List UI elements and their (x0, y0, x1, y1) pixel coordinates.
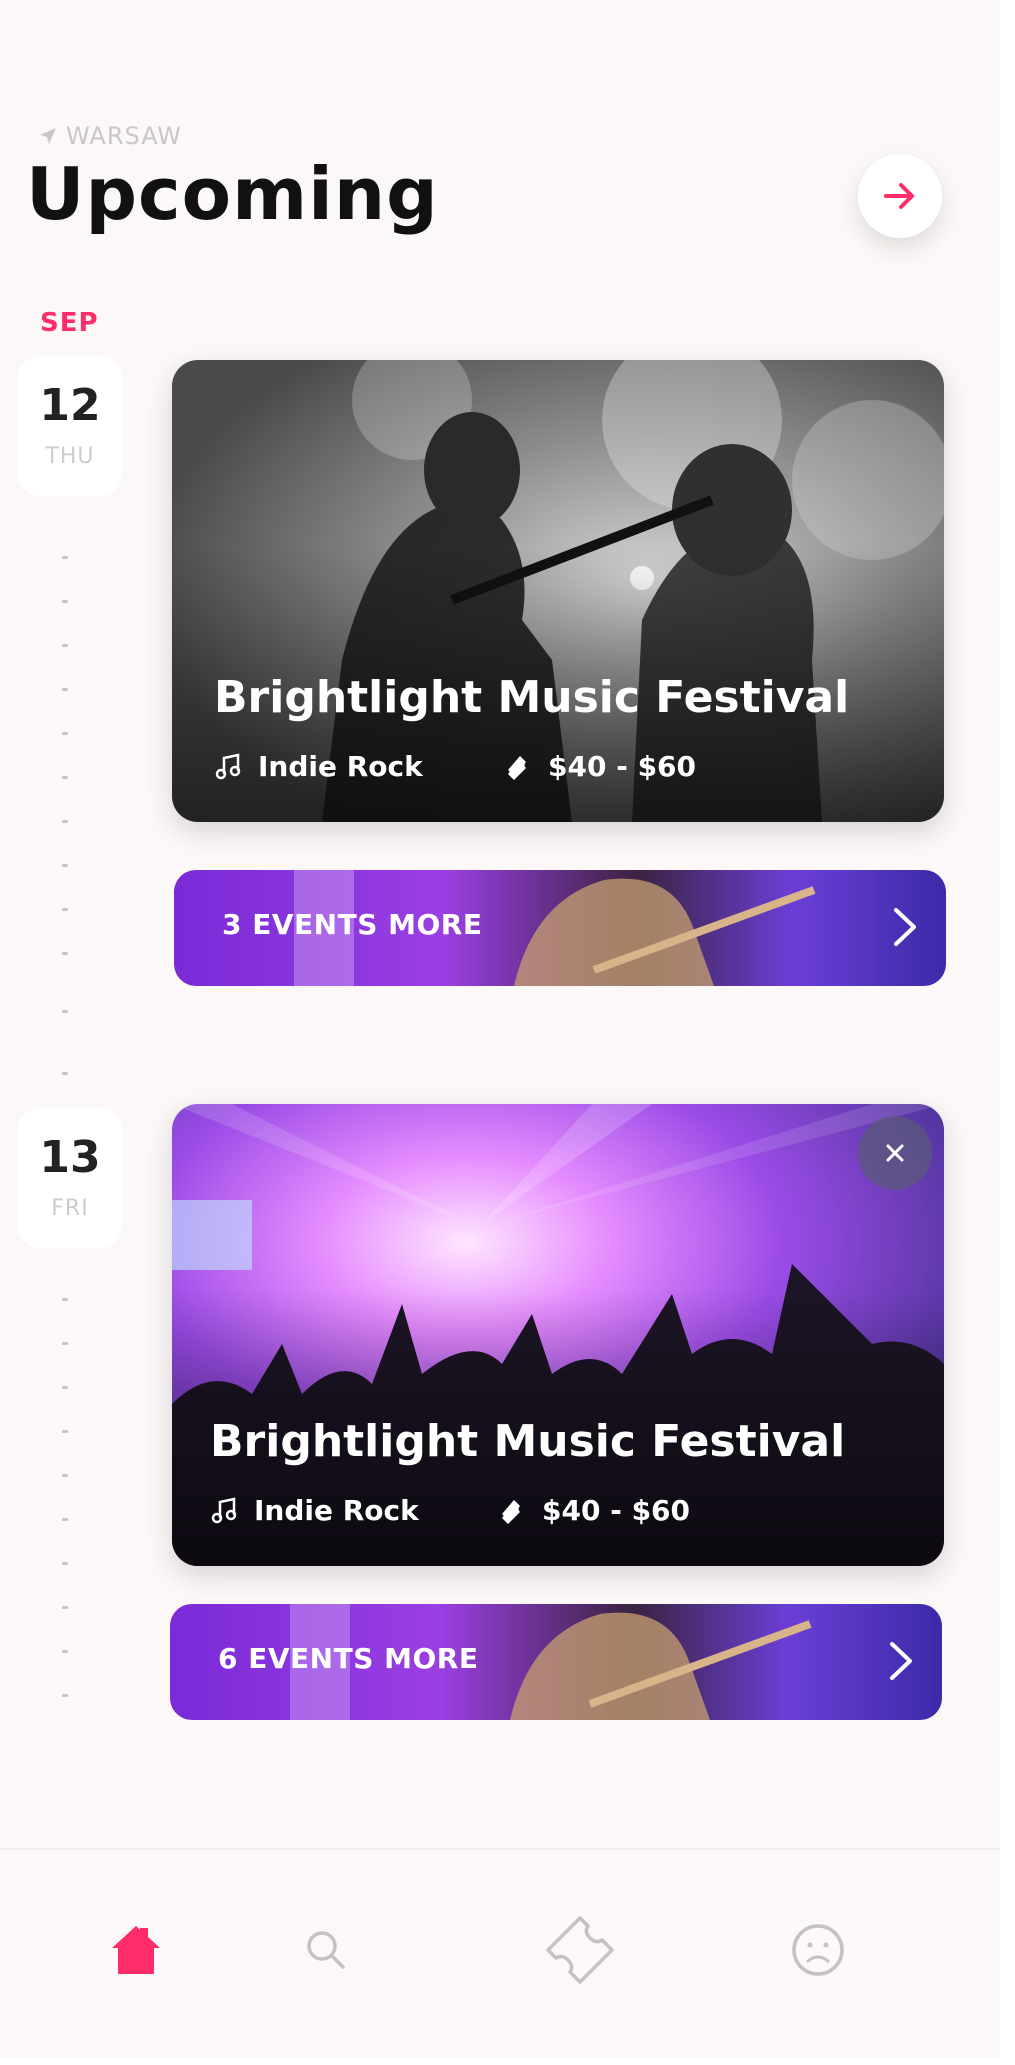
event-card[interactable]: Brightlight Music Festival Indie Rock $4… (172, 1104, 944, 1566)
chevron-right-icon (890, 1642, 912, 1680)
day-name: THU (45, 443, 95, 469)
nav-home[interactable] (96, 1910, 176, 1990)
close-button[interactable] (858, 1116, 932, 1190)
day-number: 13 (39, 1131, 101, 1183)
chevron-right-icon (894, 908, 916, 946)
event-title: Brightlight Music Festival (210, 1416, 846, 1467)
ticket-icon (546, 1916, 614, 1984)
day-name: FRI (51, 1195, 89, 1221)
ticket-icon (502, 1499, 520, 1524)
location-label[interactable]: WARSAW (38, 122, 182, 150)
event-price: $40 - $60 (504, 750, 696, 783)
profile-icon (792, 1924, 844, 1976)
nav-tickets[interactable] (540, 1910, 620, 1990)
more-events-label: 3 EVENTS MORE (222, 908, 483, 941)
more-events-banner[interactable]: 3 EVENTS MORE (174, 870, 946, 986)
more-events-banner[interactable]: 6 EVENTS MORE (170, 1604, 942, 1720)
event-genre: Indie Rock (214, 750, 423, 783)
close-icon (886, 1144, 904, 1162)
nav-search[interactable] (286, 1910, 366, 1990)
search-icon (307, 1931, 345, 1969)
home-icon (112, 1926, 160, 1974)
price-text: $40 - $60 (542, 1494, 691, 1527)
arrow-right-icon (884, 183, 914, 209)
day-chip-13[interactable]: 13 FRI (18, 1108, 122, 1248)
bottom-nav (0, 1848, 1000, 2058)
event-price: $40 - $60 (498, 1494, 690, 1527)
event-card[interactable]: Brightlight Music Festival Indie Rock $4… (172, 360, 944, 822)
page-title: Upcoming (26, 152, 439, 236)
more-events-label: 6 EVENTS MORE (218, 1642, 479, 1675)
event-genre: Indie Rock (210, 1494, 419, 1527)
event-title: Brightlight Music Festival (214, 672, 850, 723)
day-number: 12 (39, 379, 101, 431)
forward-button[interactable] (858, 154, 942, 238)
music-note-icon (215, 752, 241, 779)
month-label: SEP (40, 308, 99, 338)
ticket-icon (508, 755, 526, 780)
genre-text: Indie Rock (258, 750, 423, 783)
music-note-icon (211, 1496, 237, 1523)
app-screen: WARSAW Upcoming SEP 12 THU Brightlight M… (0, 0, 1000, 2058)
nav-profile[interactable] (778, 1910, 858, 1990)
location-arrow-icon (40, 128, 56, 144)
genre-text: Indie Rock (254, 1494, 419, 1527)
price-text: $40 - $60 (548, 750, 697, 783)
day-chip-12[interactable]: 12 THU (18, 356, 122, 496)
location-text: WARSAW (66, 122, 183, 150)
